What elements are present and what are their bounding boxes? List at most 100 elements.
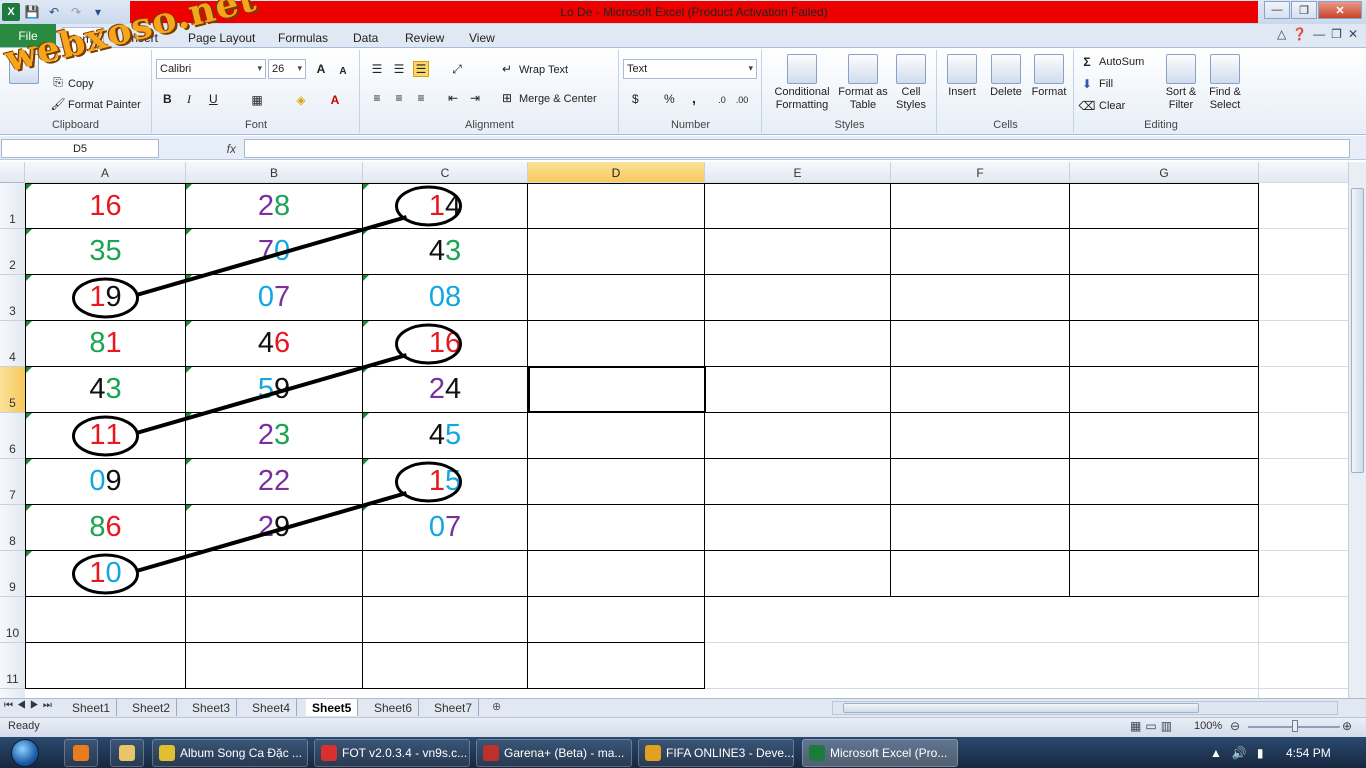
zoom-out-icon[interactable]: ⊖	[1230, 719, 1240, 733]
row-header-5[interactable]: 5	[0, 367, 25, 413]
cell-b6[interactable]: 23	[186, 413, 363, 459]
row-header-6[interactable]: 6	[0, 413, 25, 459]
taskbar-item-5[interactable]: Microsoft Excel (Pro...	[802, 739, 958, 767]
currency-button[interactable]: $	[632, 92, 639, 106]
cell-b5[interactable]: 59	[186, 367, 363, 413]
doc-minimize-icon[interactable]: —	[1313, 27, 1325, 41]
format-painter-button[interactable]: Format Painter	[68, 99, 141, 111]
cell-g2[interactable]	[1070, 229, 1259, 275]
cell-d4[interactable]	[528, 321, 705, 367]
cell-b9[interactable]	[186, 551, 363, 597]
tab-review[interactable]: Review	[401, 27, 448, 48]
sheet-tab-sheet4[interactable]: Sheet4	[246, 699, 298, 716]
tab-view[interactable]: View	[465, 27, 499, 48]
align-left-icon[interactable]: ≡	[369, 90, 385, 106]
cell-e8[interactable]	[705, 505, 891, 551]
align-right-icon[interactable]: ≡	[413, 90, 429, 106]
copy-button[interactable]: Copy	[68, 78, 94, 90]
restore-button[interactable]: ❐	[1291, 1, 1317, 19]
cell-g3[interactable]	[1070, 275, 1259, 321]
merge-center-button[interactable]: Merge & Center	[519, 93, 597, 105]
cell-g1[interactable]	[1070, 183, 1259, 229]
horizontal-scrollbar[interactable]	[832, 701, 1338, 715]
cell-f3[interactable]	[891, 275, 1070, 321]
cell-a11[interactable]	[25, 643, 186, 689]
insert-sheet-icon[interactable]: ⊕	[492, 700, 501, 713]
cell-c9[interactable]	[363, 551, 528, 597]
fill-color-icon[interactable]: ◈	[293, 92, 309, 108]
align-top-icon[interactable]: ☰	[369, 61, 385, 77]
cell-d2[interactable]	[528, 229, 705, 275]
cell-g9[interactable]	[1070, 551, 1259, 597]
cell-e3[interactable]	[705, 275, 891, 321]
fill-button[interactable]: Fill	[1099, 78, 1113, 90]
shrink-font-icon[interactable]: A	[335, 63, 351, 79]
name-box[interactable]: D5	[1, 139, 159, 158]
percent-button[interactable]: %	[664, 92, 675, 106]
autosum-button[interactable]: AutoSum	[1099, 56, 1144, 68]
close-button[interactable]: ✕	[1318, 1, 1362, 19]
sort-filter-button[interactable]: Sort & Filter	[1159, 54, 1203, 112]
cell-d10[interactable]	[528, 597, 705, 643]
cell-b2[interactable]: 70	[186, 229, 363, 275]
clear-button[interactable]: Clear	[1099, 100, 1125, 112]
insert-cells-button[interactable]: Insert	[940, 54, 984, 99]
comma-button[interactable]: ,	[692, 90, 696, 106]
formula-input[interactable]	[244, 139, 1350, 158]
row-header-9[interactable]: 9	[0, 551, 25, 597]
cell-c4[interactable]: 16	[363, 321, 528, 367]
column-header-f[interactable]: F	[891, 162, 1070, 183]
cell-d3[interactable]	[528, 275, 705, 321]
cell-b11[interactable]	[186, 643, 363, 689]
sheet-tab-sheet1[interactable]: Sheet1	[66, 699, 118, 716]
cell-f4[interactable]	[891, 321, 1070, 367]
cell-d11[interactable]	[528, 643, 705, 689]
tab-data[interactable]: Data	[349, 27, 382, 48]
cell-d1[interactable]	[528, 183, 705, 229]
cell-b8[interactable]: 29	[186, 505, 363, 551]
zoom-slider[interactable]: ⊖ ⊕	[1230, 719, 1356, 735]
cell-g5[interactable]	[1070, 367, 1259, 413]
cell-d9[interactable]	[528, 551, 705, 597]
volume-icon[interactable]: 🔊	[1232, 746, 1247, 760]
column-header-e[interactable]: E	[705, 162, 891, 183]
page-break-view-icon[interactable]: ▥	[1161, 719, 1172, 733]
cell-b4[interactable]: 46	[186, 321, 363, 367]
cell-c10[interactable]	[363, 597, 528, 643]
row-header-8[interactable]: 8	[0, 505, 25, 551]
cell-e9[interactable]	[705, 551, 891, 597]
sheet-tab-sheet7[interactable]: Sheet7	[428, 699, 480, 716]
page-layout-view-icon[interactable]: ▭	[1145, 719, 1156, 733]
grow-font-icon[interactable]: A	[313, 61, 329, 77]
cell-g8[interactable]	[1070, 505, 1259, 551]
minimize-button[interactable]: —	[1264, 1, 1290, 19]
cell-b10[interactable]	[186, 597, 363, 643]
cell-f8[interactable]	[891, 505, 1070, 551]
cell-a6[interactable]: 11	[25, 413, 186, 459]
excel-app-icon[interactable]: X	[2, 3, 20, 21]
taskbar-media-player[interactable]	[64, 739, 98, 767]
cell-e4[interactable]	[705, 321, 891, 367]
bold-button[interactable]: B	[163, 92, 172, 106]
cell-d7[interactable]	[528, 459, 705, 505]
cell-f9[interactable]	[891, 551, 1070, 597]
zoom-in-icon[interactable]: ⊕	[1342, 719, 1352, 733]
start-button[interactable]	[6, 737, 44, 768]
sheet-tab-sheet2[interactable]: Sheet2	[126, 699, 178, 716]
font-name-combo[interactable]: Calibri	[156, 59, 266, 79]
cell-c5[interactable]: 24	[363, 367, 528, 413]
vertical-scrollbar[interactable]	[1348, 162, 1366, 698]
column-header-g[interactable]: G	[1070, 162, 1259, 183]
tab-formulas[interactable]: Formulas	[274, 27, 332, 48]
decrease-decimal-icon[interactable]: .00	[734, 92, 750, 108]
cell-c8[interactable]: 07	[363, 505, 528, 551]
find-select-button[interactable]: Find & Select	[1203, 54, 1247, 112]
underline-button[interactable]: U	[209, 92, 218, 106]
minimize-ribbon-icon[interactable]: △	[1277, 27, 1286, 41]
sheet-nav-arrows[interactable]: ⏮◀▶⏭	[4, 700, 56, 711]
cell-b1[interactable]: 28	[186, 183, 363, 229]
column-header-d[interactable]: D	[528, 162, 705, 183]
row-header-7[interactable]: 7	[0, 459, 25, 505]
align-bottom-icon[interactable]: ☰	[413, 61, 429, 77]
help-icon[interactable]: ❓	[1292, 27, 1307, 41]
